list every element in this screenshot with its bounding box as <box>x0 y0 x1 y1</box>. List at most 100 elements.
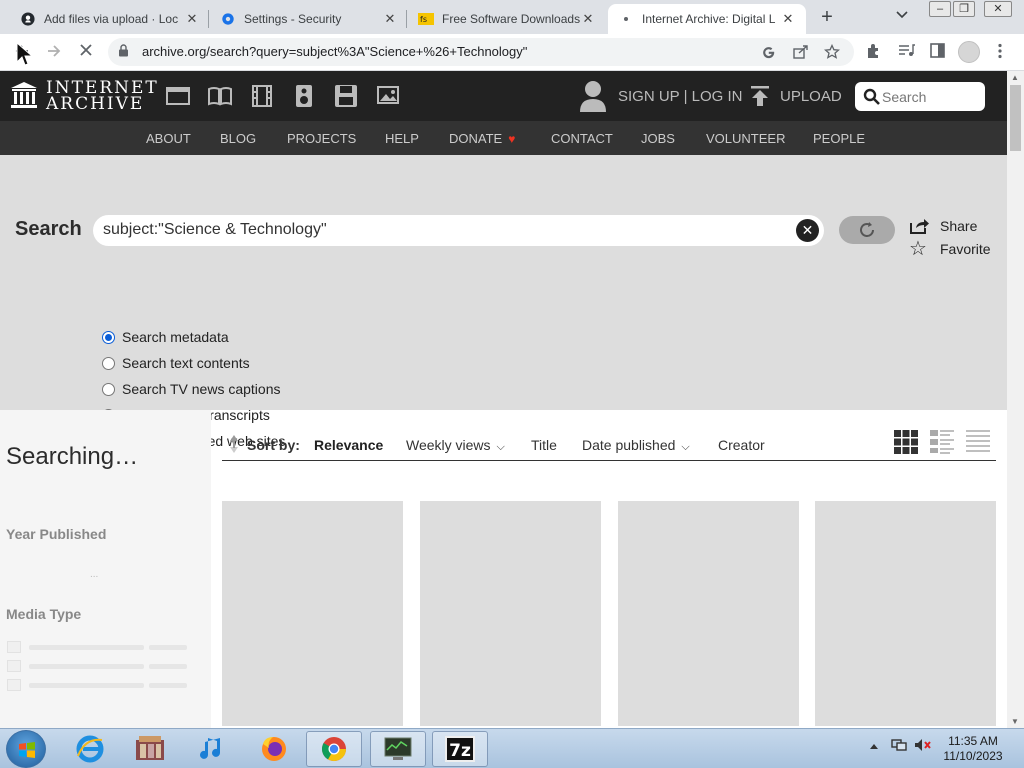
scroll-down-icon[interactable]: ▼ <box>1011 717 1019 726</box>
search-placeholder: Search <box>882 89 927 105</box>
compact-list-view-icon[interactable] <box>965 429 991 454</box>
list-detail-view-icon[interactable] <box>929 429 955 454</box>
tab-title: Free Software Downloads <box>442 12 580 26</box>
show-hidden-icons-icon[interactable] <box>869 738 879 753</box>
ia-logo-icon[interactable] <box>10 81 38 109</box>
nav-donate[interactable]: DONATE ♥ <box>449 131 515 146</box>
bookmark-star-icon[interactable] <box>823 43 841 63</box>
system-clock[interactable]: 11:35 AM 11/10/2023 <box>940 734 1006 764</box>
close-tab-icon[interactable]: ✕ <box>580 11 596 27</box>
media-playlist-icon[interactable] <box>898 43 915 62</box>
nav-help[interactable]: HELP <box>385 131 419 146</box>
address-bar[interactable]: archive.org/search?query=subject%3A"Scie… <box>108 38 854 66</box>
scroll-up-icon[interactable]: ▲ <box>1011 73 1019 82</box>
side-panel-icon[interactable] <box>930 43 945 62</box>
close-tab-icon[interactable]: ✕ <box>382 11 398 27</box>
tile-view-icon[interactable] <box>893 429 919 454</box>
share-page-icon[interactable] <box>793 44 809 62</box>
ia-main-nav: ABOUT BLOG PROJECTS HELP DONATE ♥ CONTACT… <box>0 121 1007 155</box>
radio-search-metadata[interactable]: Search metadata <box>102 329 229 345</box>
forward-button[interactable] <box>44 42 64 62</box>
volume-muted-icon[interactable] <box>914 738 932 755</box>
page-scrollbar[interactable]: ▲ ▼ <box>1007 71 1024 728</box>
audio-speaker-icon[interactable] <box>291 84 317 108</box>
minimize-button[interactable]: – <box>929 1 951 17</box>
share-icon[interactable] <box>909 217 930 235</box>
nav-volunteer[interactable]: VOLUNTEER <box>706 131 785 146</box>
nav-people[interactable]: PEOPLE <box>813 131 865 146</box>
software-floppy-icon[interactable] <box>333 84 359 108</box>
sort-weekly-views[interactable]: Weekly views ⌵ <box>406 437 505 454</box>
tab-settings[interactable]: Settings - Security ✕ <box>210 4 408 34</box>
close-window-button[interactable]: ✕ <box>984 1 1012 17</box>
texts-book-icon[interactable] <box>207 84 233 108</box>
nav-projects[interactable]: PROJECTS <box>287 131 356 146</box>
chrome-icon[interactable] <box>306 731 362 767</box>
sort-bar: Sort by: Relevance Weekly views ⌵ Title D… <box>222 434 996 461</box>
sort-date-published[interactable]: Date published ⌵ <box>582 437 690 454</box>
sort-relevance[interactable]: Relevance <box>314 437 383 453</box>
google-translate-icon[interactable] <box>761 44 776 62</box>
favorite-link[interactable]: Favorite <box>940 241 991 257</box>
radio-label: Search text contents <box>122 355 250 371</box>
extensions-puzzle-icon[interactable] <box>866 43 882 63</box>
upload-arrow-icon[interactable] <box>750 85 770 107</box>
close-tab-icon[interactable]: ✕ <box>780 11 796 27</box>
nav-contact[interactable]: CONTACT <box>551 131 613 146</box>
search-query-input[interactable]: subject:"Science & Technology" ✕ <box>93 215 824 246</box>
images-photo-icon[interactable] <box>375 84 401 108</box>
year-published-heading: Year Published <box>6 526 107 542</box>
radio-button[interactable] <box>102 382 115 396</box>
upload-link[interactable]: UPLOAD <box>780 88 842 105</box>
result-tile-placeholder[interactable] <box>222 501 403 726</box>
clear-search-icon[interactable]: ✕ <box>796 219 819 242</box>
result-tile-placeholder[interactable] <box>815 501 996 726</box>
firefox-icon[interactable] <box>246 731 302 767</box>
7zip-icon[interactable]: 7z <box>432 731 488 767</box>
sort-title[interactable]: Title <box>531 437 557 453</box>
year-loading-placeholder: ... <box>90 569 99 580</box>
browser-toolbar: archive.org/search?query=subject%3A"Scie… <box>0 34 1024 71</box>
favorite-star-icon[interactable]: ☆ <box>909 239 929 259</box>
network-icon[interactable] <box>891 738 907 755</box>
stop-reload-button[interactable] <box>76 42 96 62</box>
radio-search-tv[interactable]: Search TV news captions <box>102 381 281 397</box>
search-submit-button[interactable] <box>839 216 895 244</box>
web-page: INTERNET ARCHIVE SIGN UP | LOG IN UPLOAD… <box>0 71 1007 728</box>
ia-logo-text[interactable]: INTERNET ARCHIVE <box>46 80 159 113</box>
close-tab-icon[interactable]: ✕ <box>184 11 200 27</box>
nav-about[interactable]: ABOUT <box>146 131 191 146</box>
start-button[interactable] <box>6 730 46 768</box>
lock-icon <box>118 44 129 60</box>
chevron-down-icon: ⌵ <box>496 441 505 453</box>
sort-creator[interactable]: Creator <box>718 437 765 453</box>
share-link[interactable]: Share <box>940 218 977 234</box>
tab-search-chevron-icon[interactable] <box>896 8 908 22</box>
download-site-icon: fs <box>418 11 434 27</box>
video-film-icon[interactable] <box>249 84 275 108</box>
itunes-icon[interactable] <box>184 731 240 767</box>
profile-avatar-icon[interactable] <box>958 41 980 63</box>
radio-search-text[interactable]: Search text contents <box>102 355 250 371</box>
radio-button[interactable] <box>102 356 115 370</box>
media-center-icon[interactable] <box>122 731 178 767</box>
system-monitor-icon[interactable] <box>370 731 426 767</box>
tab-free-software[interactable]: fs Free Software Downloads ✕ <box>408 4 606 34</box>
tab-internet-archive[interactable]: Internet Archive: Digital L ✕ <box>608 4 806 34</box>
result-tile-placeholder[interactable] <box>420 501 601 726</box>
user-account-icon[interactable] <box>579 79 607 113</box>
new-tab-button[interactable]: + <box>816 6 838 28</box>
web-archive-icon[interactable] <box>165 84 191 108</box>
internet-explorer-icon[interactable] <box>62 731 118 767</box>
sort-direction-icon[interactable] <box>228 434 240 454</box>
result-tile-placeholder[interactable] <box>618 501 799 726</box>
radio-button-checked[interactable] <box>102 330 115 344</box>
nav-jobs[interactable]: JOBS <box>641 131 675 146</box>
scrollbar-thumb[interactable] <box>1010 85 1021 151</box>
browser-menu-icon[interactable] <box>998 43 1002 63</box>
ia-header-search-input[interactable]: Search <box>855 82 985 111</box>
nav-blog[interactable]: BLOG <box>220 131 256 146</box>
tab-github[interactable]: Add files via upload · Loc ✕ <box>10 4 210 34</box>
sign-up-login-link[interactable]: SIGN UP | LOG IN <box>618 88 742 105</box>
maximize-button[interactable]: ❐ <box>953 1 975 17</box>
